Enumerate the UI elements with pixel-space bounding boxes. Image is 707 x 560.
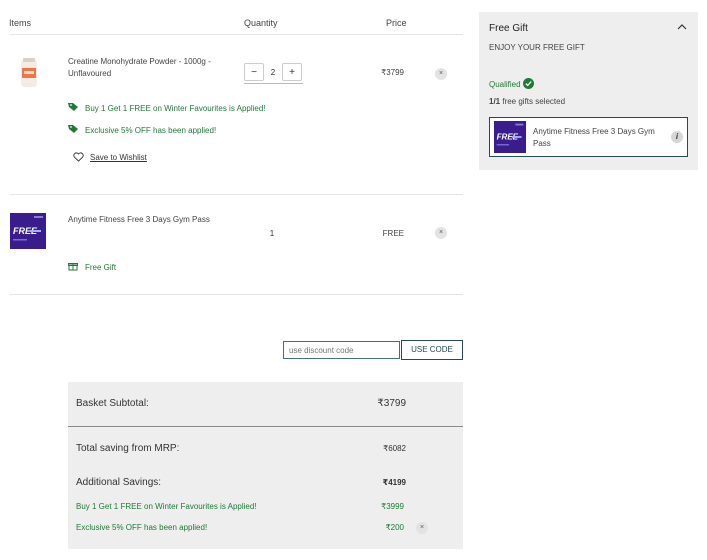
free-gift-panel: Free Gift ENJOY YOUR FREE GIFT Qualified… — [479, 12, 698, 170]
item-divider — [10, 194, 463, 195]
summary-bogo-label: Buy 1 Get 1 FREE on Winter Favourites is… — [76, 502, 257, 511]
tag-icon — [68, 125, 78, 133]
gift-count-number: 1/1 — [489, 97, 501, 106]
gift-selection-count: 1/1 free gifts selected — [489, 97, 565, 106]
gym-pass-product-image[interactable]: FREE — [10, 213, 46, 249]
info-icon[interactable]: i — [671, 131, 683, 143]
quantity-header: Quantity — [244, 18, 278, 28]
additional-savings-value: ₹4199 — [382, 478, 406, 487]
offer-discount-text: Exclusive 5% OFF has been applied! — [85, 126, 217, 135]
total-saving-label: Total saving from MRP: — [76, 443, 180, 454]
remove-item-button[interactable]: × — [435, 227, 447, 239]
qualified-status: Qualified — [489, 80, 521, 89]
creatine-product-image[interactable] — [11, 55, 47, 91]
summary-divider — [68, 426, 463, 427]
stepper-underline — [244, 83, 303, 84]
save-to-wishlist-link[interactable]: Save to Wishlist — [90, 153, 147, 162]
gift-count-text: free gifts selected — [500, 97, 566, 106]
remove-item-button[interactable]: × — [435, 68, 447, 80]
header-divider — [10, 34, 463, 35]
total-saving-value: ₹6082 — [383, 444, 406, 453]
item-divider — [10, 294, 463, 295]
tag-icon — [68, 103, 78, 111]
items-header: Items — [9, 18, 32, 28]
gym-pass-gift-image: FREE — [494, 121, 526, 153]
subtotal-label: Basket Subtotal: — [76, 398, 149, 409]
free-gift-badge: Free Gift — [85, 263, 117, 272]
gift-name: Anytime Fitness Free 3 Days Gym Pass — [533, 126, 655, 150]
free-gift-subtitle: ENJOY YOUR FREE GIFT — [489, 43, 585, 52]
remove-discount-button[interactable]: × — [416, 522, 428, 534]
selected-gift-card[interactable]: FREE Anytime Fitness Free 3 Days Gym Pas… — [489, 117, 688, 157]
use-code-button[interactable]: USE CODE — [401, 340, 463, 360]
product-name-line: Unflavoured — [68, 69, 112, 78]
gift-name-line: Anytime Fitness Free 3 Days Gym — [533, 127, 655, 136]
price-header: Price — [386, 18, 407, 28]
summary-bogo-value: ₹3999 — [381, 502, 404, 511]
check-circle-icon — [523, 78, 534, 89]
basket-summary: Basket Subtotal: ₹3799 Total saving from… — [68, 382, 463, 549]
product-name-line: Creatine Monohydrate Powder - 1000g - — [68, 57, 211, 66]
increment-quantity-button[interactable]: + — [282, 63, 302, 81]
gift-icon — [68, 263, 78, 271]
decrement-quantity-button[interactable]: − — [244, 63, 264, 81]
subtotal-value: ₹3799 — [377, 398, 406, 409]
offer-bogo-text: Buy 1 Get 1 FREE on Winter Favourites is… — [85, 104, 266, 113]
summary-discount-label: Exclusive 5% OFF has been applied! — [76, 523, 208, 532]
additional-savings-label: Additional Savings: — [76, 477, 162, 488]
quantity-value: 1 — [269, 229, 275, 238]
item-price: FREE — [382, 229, 404, 238]
item-price: ₹3799 — [381, 68, 404, 77]
summary-discount-value: ₹200 — [385, 523, 404, 532]
gym-pass-product-name[interactable]: Anytime Fitness Free 3 Days Gym Pass — [68, 214, 210, 226]
free-gift-title: Free Gift — [489, 23, 528, 34]
quantity-value: 2 — [270, 68, 276, 77]
gift-name-line: Pass — [533, 139, 551, 148]
discount-code-input[interactable] — [283, 341, 400, 359]
heart-icon[interactable] — [73, 152, 84, 162]
creatine-product-name[interactable]: Creatine Monohydrate Powder - 1000g - Un… — [68, 56, 211, 80]
chevron-up-icon[interactable] — [677, 23, 687, 31]
